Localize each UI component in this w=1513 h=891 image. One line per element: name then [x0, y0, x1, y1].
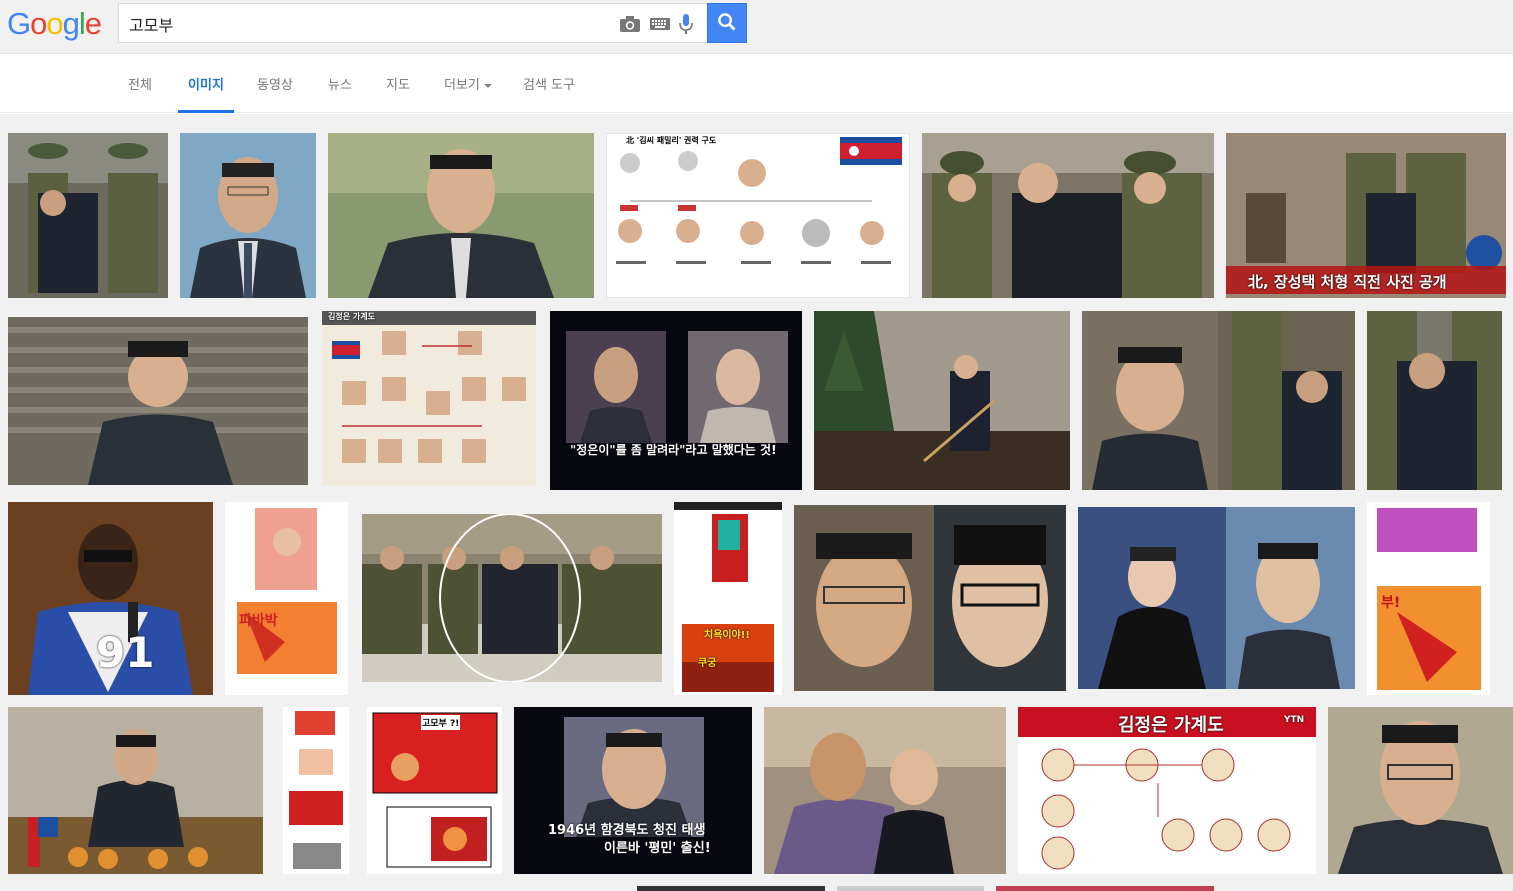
tab-more-label: 더보기: [444, 78, 480, 93]
image-result[interactable]: [1082, 311, 1355, 490]
logo-letter: o: [46, 6, 63, 41]
tab-videos[interactable]: 동영상: [257, 74, 293, 113]
tab-more[interactable]: 더보기: [444, 74, 492, 113]
image-result[interactable]: [8, 133, 168, 298]
search-icon: [718, 13, 736, 31]
image-result[interactable]: [8, 707, 263, 874]
image-result[interactable]: [922, 133, 1214, 298]
image-result[interactable]: "정은이"를 좀 말려라"라고 말했다는 것!: [550, 311, 802, 490]
logo-letter: G: [7, 6, 31, 41]
image-result[interactable]: [996, 886, 1214, 891]
image-result[interactable]: 고모부 ?!: [367, 707, 502, 874]
google-logo[interactable]: Google: [7, 4, 102, 44]
image-caption: 김정은 가계도: [328, 312, 375, 321]
logo-letter: o: [30, 6, 47, 41]
image-caption: 김정은 가계도: [1118, 715, 1224, 736]
tab-all[interactable]: 전체: [128, 74, 152, 113]
image-result[interactable]: [1078, 507, 1355, 689]
image-caption: 부!: [1381, 595, 1401, 611]
image-caption: 고모부 ?!: [421, 715, 461, 730]
image-result[interactable]: [837, 886, 984, 891]
image-caption: 이른바 '평민' 출신!: [604, 841, 711, 856]
image-result[interactable]: [637, 886, 825, 891]
image-result[interactable]: [814, 311, 1070, 490]
search-nav: 전체 이미지 동영상 뉴스 지도 더보기 검색 도구: [0, 55, 1513, 113]
image-result[interactable]: [8, 317, 308, 485]
chevron-down-icon: [483, 83, 492, 88]
image-result[interactable]: [328, 133, 594, 298]
tab-search-tools[interactable]: 검색 도구: [523, 74, 575, 113]
image-result[interactable]: [1328, 707, 1513, 874]
image-caption: 쿠궁: [698, 658, 717, 669]
image-result[interactable]: [180, 133, 316, 298]
microphone-icon[interactable]: [677, 13, 695, 35]
image-result[interactable]: [283, 707, 349, 874]
image-caption: 파바박: [239, 613, 278, 629]
tab-news[interactable]: 뉴스: [328, 74, 352, 113]
logo-letter: e: [84, 6, 102, 41]
search-input[interactable]: [129, 13, 599, 35]
image-caption: 北, 장성택 처형 직전 사진 공개: [1248, 273, 1447, 291]
image-caption: 北 '김씨 패밀리' 권력 구도: [626, 136, 717, 145]
tab-maps[interactable]: 지도: [386, 74, 410, 113]
image-result[interactable]: [764, 707, 1006, 874]
top-bar: Google: [0, 0, 1513, 54]
image-result[interactable]: 1946년 함경북도 청진 태생 이른바 '평민' 출신!: [514, 707, 752, 874]
search-box: [118, 3, 708, 43]
image-result[interactable]: 김정은 가계도 YTN: [1018, 707, 1316, 874]
image-caption: 치욕이야!!: [704, 630, 750, 641]
image-result[interactable]: [794, 505, 1066, 691]
image-caption: 91: [96, 628, 155, 677]
logo-letter: g: [62, 6, 80, 41]
image-result[interactable]: 北 '김씨 패밀리' 권력 구도: [606, 133, 910, 298]
image-result[interactable]: [362, 514, 662, 682]
image-result[interactable]: [1367, 311, 1502, 490]
image-caption: YTN: [1284, 715, 1305, 725]
image-result[interactable]: 파바박: [225, 502, 348, 695]
image-result[interactable]: 91: [8, 502, 213, 695]
image-result[interactable]: 치욕이야!! 쿠궁: [674, 502, 782, 695]
search-button[interactable]: [707, 3, 747, 43]
tab-images[interactable]: 이미지: [178, 74, 234, 113]
image-result[interactable]: 北, 장성택 처형 직전 사진 공개: [1226, 133, 1506, 298]
image-result[interactable]: 부!: [1367, 502, 1490, 695]
image-result[interactable]: 김정은 가계도: [322, 311, 536, 486]
image-results-grid: 北 '김씨 패밀리' 권력 구도 北, 장성택 처형 직전 사진 공개 김정은 …: [0, 114, 1513, 891]
camera-icon[interactable]: [619, 15, 641, 33]
image-caption: 1946년 함경북도 청진 태생: [548, 823, 706, 838]
image-caption: "정은이"를 좀 말려라"라고 말했다는 것!: [570, 443, 777, 457]
keyboard-icon[interactable]: [649, 15, 671, 33]
